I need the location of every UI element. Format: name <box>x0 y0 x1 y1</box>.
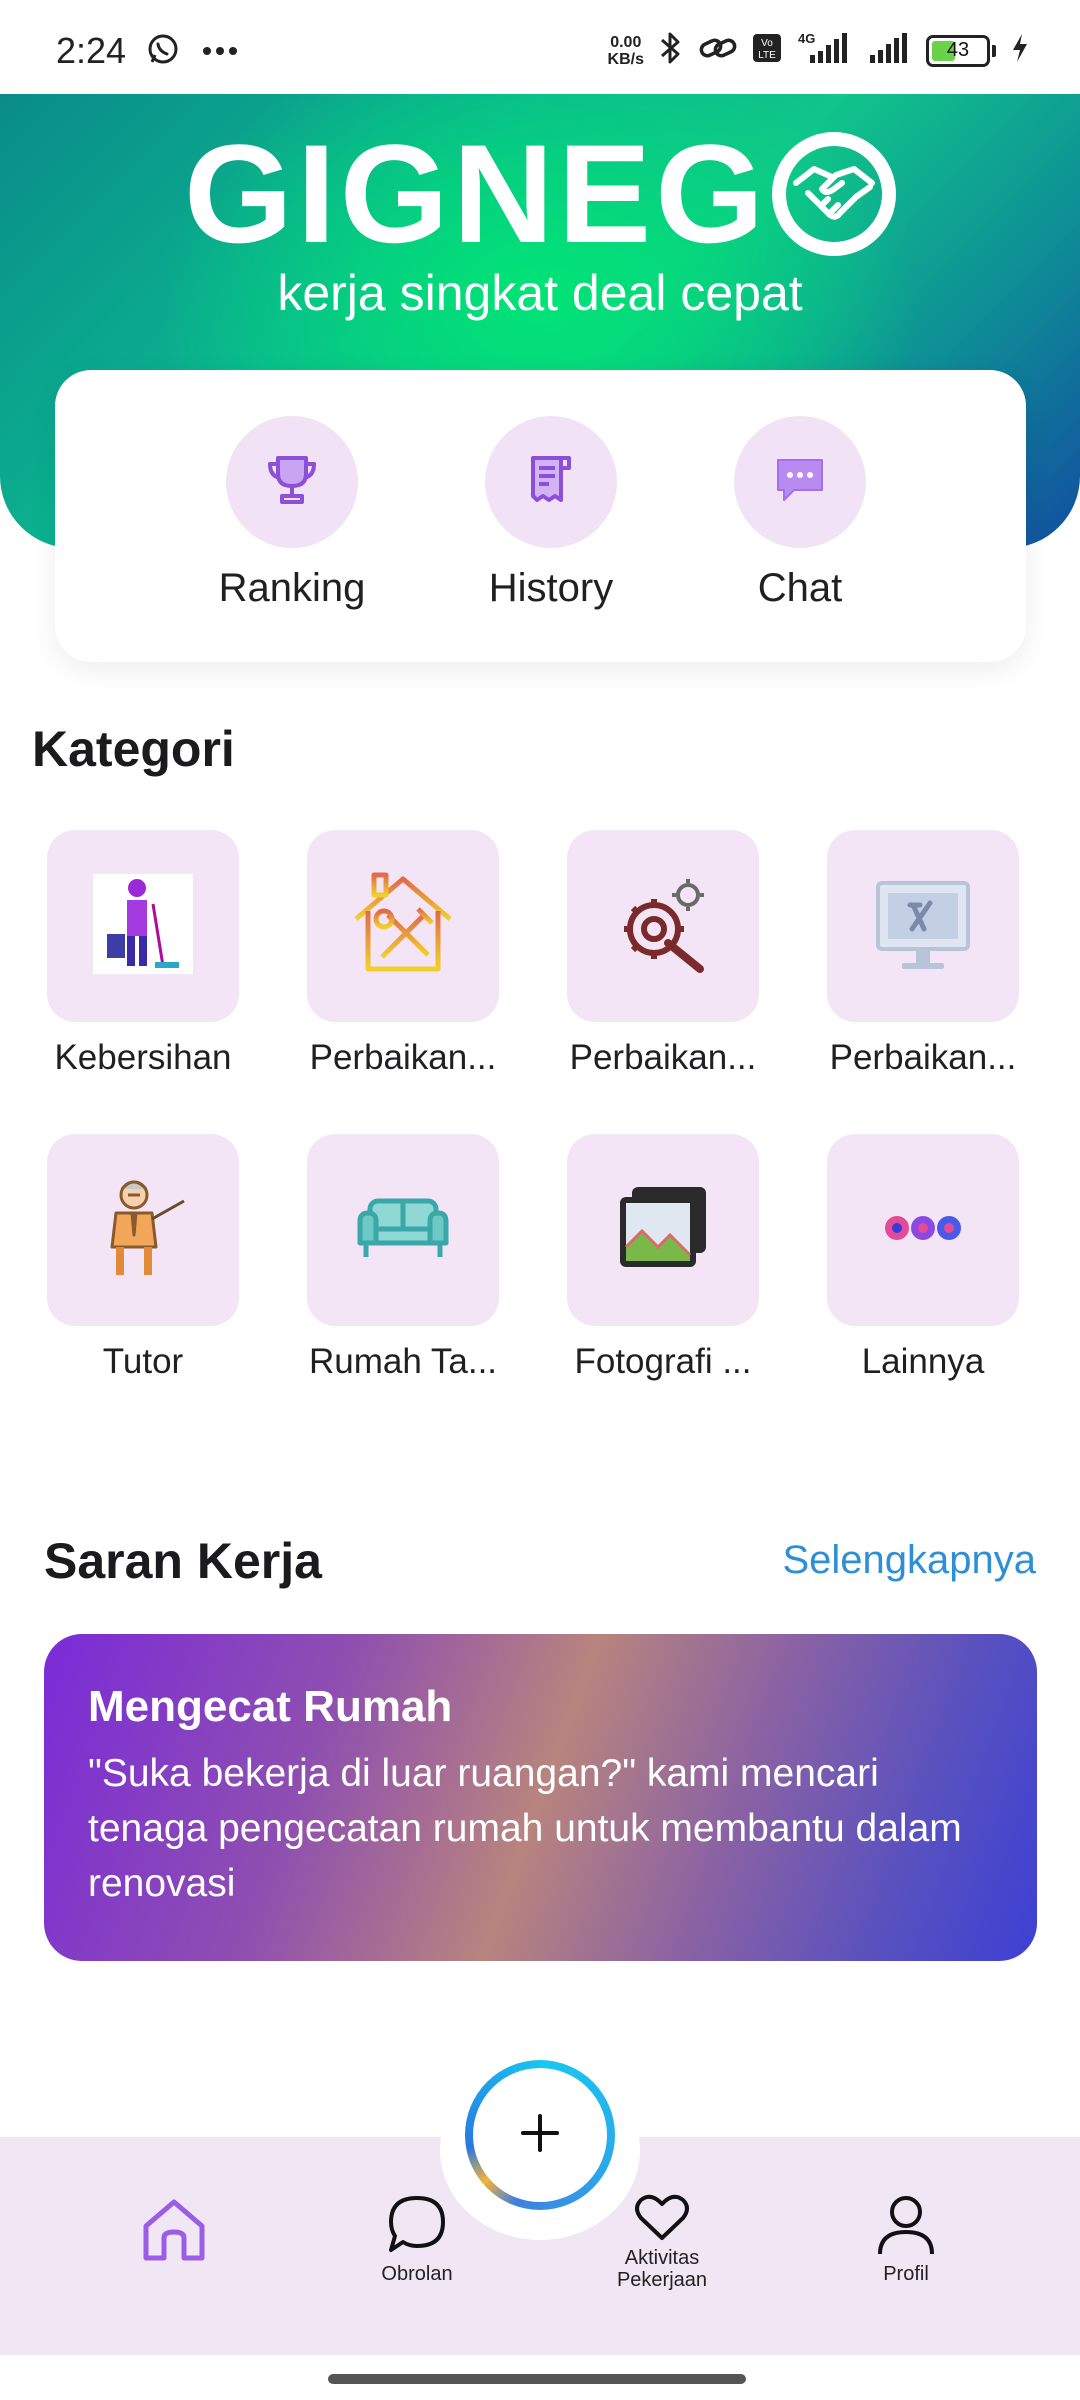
job-suggestion-card[interactable]: Mengecat Rumah "Suka bekerja di luar rua… <box>44 1634 1037 1961</box>
app-logo: GIGNEG <box>0 124 1080 264</box>
volte-icon: Vo LTE <box>752 33 782 68</box>
quick-actions-card: Ranking History Chat <box>55 370 1026 662</box>
see-more-link[interactable]: Selengkapnya <box>782 1538 1036 1583</box>
teacher-icon <box>88 1173 198 1288</box>
svg-text:LTE: LTE <box>758 50 776 61</box>
gesture-handle[interactable] <box>328 2374 746 2384</box>
gear-wrench-icon <box>608 869 718 984</box>
plus-icon <box>515 2108 565 2163</box>
add-job-button[interactable] <box>465 2060 615 2210</box>
nav-profil[interactable]: Profil <box>821 2192 991 2285</box>
house-tools-icon <box>348 869 458 984</box>
category-perbaikan-rumah[interactable]: Perbaikan... <box>273 830 533 1078</box>
category-rumah-tangga[interactable]: Rumah Ta... <box>273 1134 533 1382</box>
person-icon <box>874 2196 938 2260</box>
heart-icon <box>633 2194 691 2246</box>
status-system-icons: 0.00 KB/s Vo LTE 4G 43 <box>608 30 1030 71</box>
link-icon <box>698 33 738 68</box>
cleaner-icon <box>93 873 193 979</box>
category-perbaikan-mesin[interactable]: Perbaikan... <box>533 830 793 1078</box>
chat-bubble-icon <box>770 450 830 515</box>
chat-icon <box>385 2196 449 2260</box>
job-suggestion-title: Mengecat Rumah <box>88 1682 453 1731</box>
handshake-icon <box>772 132 897 256</box>
status-bar: 2:24 0.00 KB/s Vo LTE 4G 43 <box>0 0 1080 94</box>
signal-icon <box>868 31 912 70</box>
logo-wordmark: GIGNEG <box>183 115 769 272</box>
quick-action-chat[interactable]: Chat <box>710 416 890 611</box>
categories-title: Kategori <box>32 721 235 777</box>
nav-home[interactable] <box>89 2192 259 2273</box>
home-icon <box>136 2199 212 2272</box>
signal-4g-icon: 4G <box>796 31 854 70</box>
quick-action-ranking[interactable]: Ranking <box>202 416 382 611</box>
category-perbaikan-komputer[interactable]: Perbaikan... <box>793 830 1053 1078</box>
bluetooth-icon <box>658 30 684 71</box>
svg-text:4G: 4G <box>798 31 815 46</box>
more-dots-icon <box>873 1208 973 1253</box>
job-suggestion-description: "Suka bekerja di luar ruangan?" kami men… <box>88 1752 962 1905</box>
category-fotografi[interactable]: Fotografi ... <box>533 1134 793 1382</box>
trophy-icon <box>262 450 322 515</box>
category-tutor[interactable]: Tutor <box>13 1134 273 1382</box>
more-notifications-icon <box>202 43 238 61</box>
quick-action-history[interactable]: History <box>461 416 641 611</box>
category-lainnya[interactable]: Lainnya <box>793 1134 1053 1382</box>
tagline: kerja singkat deal cepat <box>277 265 803 321</box>
battery-indicator: 43 <box>926 34 996 67</box>
svg-text:Vo: Vo <box>761 38 773 49</box>
suggestions-title: Saran Kerja <box>44 1533 322 1589</box>
whatsapp-icon <box>146 32 180 71</box>
sofa-icon <box>348 1173 458 1288</box>
status-notification-icons <box>146 32 238 71</box>
nav-aktivitas-pekerjaan[interactable]: Aktivitas Pekerjaan <box>577 2192 747 2291</box>
nav-obrolan[interactable]: Obrolan <box>332 2192 502 2285</box>
category-kebersihan[interactable]: Kebersihan <box>13 830 273 1078</box>
charging-icon <box>1010 32 1030 69</box>
receipt-icon <box>521 450 581 515</box>
net-speed: 0.00 KB/s <box>607 33 644 68</box>
status-time: 2:24 <box>56 30 127 71</box>
photo-gallery-icon <box>608 1173 718 1288</box>
computer-repair-icon <box>868 869 978 984</box>
